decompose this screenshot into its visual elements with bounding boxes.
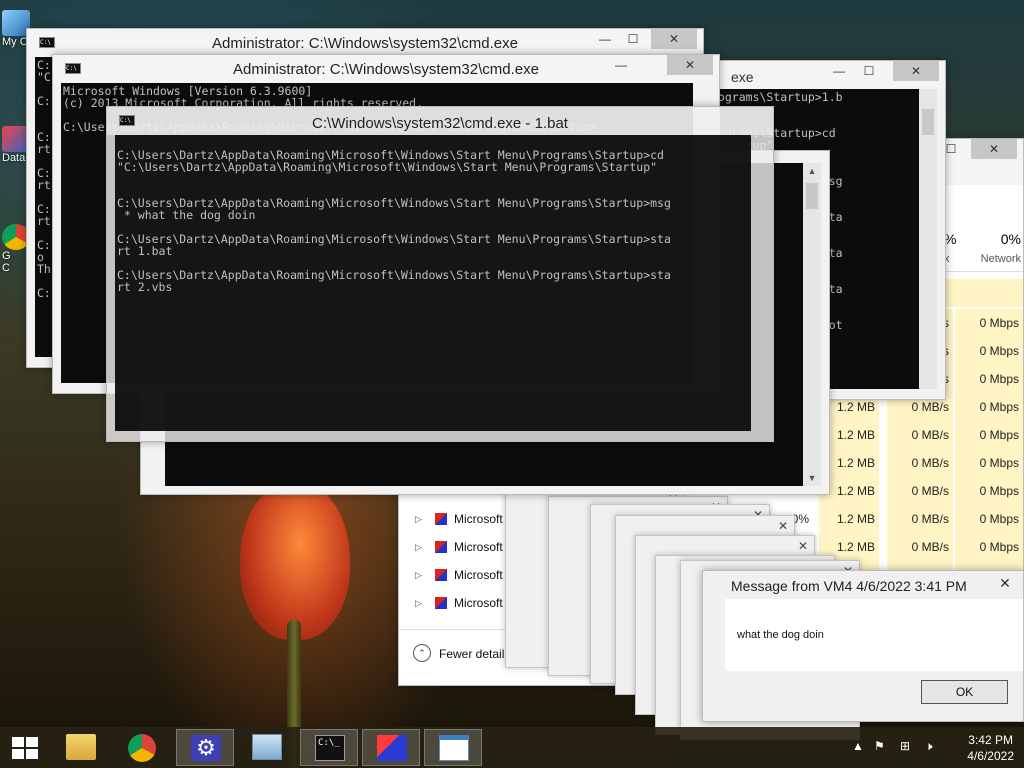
dialog-body: what the dog doin: [725, 599, 1023, 671]
close-button[interactable]: ✕: [893, 61, 939, 81]
console-output[interactable]: C:\Users\Dartz\AppData\Roaming\Microsoft…: [115, 135, 751, 431]
process-name: Microsoft: [454, 512, 503, 526]
close-button[interactable]: ✕: [651, 29, 697, 49]
expand-chevron-icon[interactable]: ▷: [415, 505, 422, 533]
close-button[interactable]: ✕: [971, 139, 1017, 159]
folder-icon: [66, 734, 96, 760]
titlebar: C:\ C:\Windows\system32\cmd.exe - 1.bat: [107, 107, 773, 135]
action-center-flag-icon[interactable]: ⚑: [874, 739, 885, 753]
table-cell-disk: 0 MB/s: [887, 533, 953, 561]
table-cell-disk: 0 MB/s: [887, 421, 953, 449]
network-percent: 0%: [1000, 231, 1021, 247]
show-hidden-icons[interactable]: ▲: [852, 739, 864, 753]
taskbar-file-explorer[interactable]: [52, 729, 110, 766]
clock-time: 3:42 PM: [968, 733, 1013, 747]
clock[interactable]: 3:42 PM 4/6/2022: [967, 732, 1014, 764]
table-cell-network: 0 Mbps: [955, 337, 1023, 365]
taskbar-notepad[interactable]: [424, 729, 482, 766]
table-cell-network: 0 Mbps: [955, 477, 1023, 505]
expand-chevron-icon[interactable]: ▷: [415, 561, 422, 589]
table-cell-disk: 0 MB/s: [887, 477, 953, 505]
scroll-thumb[interactable]: [922, 109, 934, 135]
table-cell-network: 0 Mbps: [955, 533, 1023, 561]
wallpaper-tulip: [240, 480, 350, 640]
scrollbar[interactable]: [919, 89, 937, 389]
desktop-icon-label: C: [2, 262, 10, 274]
gear-icon: ⚙: [191, 735, 221, 761]
cmd-icon: C:\_: [315, 735, 345, 761]
clock-date: 4/6/2022: [967, 749, 1014, 763]
titlebar: C:\ Administrator: C:\Windows\system32\c…: [53, 55, 719, 83]
expand-chevron-icon[interactable]: ▷: [415, 533, 422, 561]
minimize-button[interactable]: —: [825, 61, 853, 81]
network-icon[interactable]: ⊞: [900, 739, 910, 753]
app-icon: [435, 597, 447, 609]
taskbar-batch-app[interactable]: [362, 729, 420, 766]
scroll-down-icon[interactable]: ▼: [803, 470, 821, 486]
table-cell-memory: 1.2 MB: [819, 505, 879, 533]
ok-button[interactable]: OK: [921, 680, 1008, 704]
taskbar: ⚙ C:\_ ▲ ⚑ ⊞ 🕨 3:42 PM 4/6/2022: [0, 727, 1024, 768]
notepad-icon: [439, 735, 469, 761]
windows-logo-icon: [12, 737, 38, 759]
message-dialog[interactable]: Message from VM4 4/6/2022 3:41 PM ✕ what…: [702, 570, 1024, 722]
chrome-icon: [128, 734, 156, 762]
batch-icon: [377, 735, 407, 761]
table-cell-network: 0 Mbps: [955, 421, 1023, 449]
monitor-icon: [252, 734, 282, 760]
maximize-button[interactable]: ☐: [619, 29, 647, 49]
window-title: exe: [731, 69, 754, 85]
scrollbar[interactable]: ▲ ▼: [803, 163, 821, 486]
dialog-title: Message from VM4 4/6/2022 3:41 PM: [731, 578, 967, 594]
network-column-header[interactable]: Network: [981, 253, 1021, 265]
titlebar: exe — ☐ ✕: [701, 61, 945, 89]
scroll-thumb[interactable]: [806, 183, 818, 209]
desktop-icon-label: Data: [2, 152, 26, 164]
taskbar-settings[interactable]: ⚙: [176, 729, 234, 766]
scroll-up-icon[interactable]: ▲: [803, 163, 821, 179]
taskbar-task-manager[interactable]: [238, 729, 296, 766]
taskbar-chrome[interactable]: [114, 729, 172, 766]
close-icon[interactable]: ✕: [798, 539, 808, 553]
app-icon: [435, 541, 447, 553]
window-title: C:\Windows\system32\cmd.exe - 1.bat: [312, 115, 568, 132]
table-cell-disk: 0 MB/s: [887, 449, 953, 477]
table-cell-network: 0 Mbps: [955, 449, 1023, 477]
cmd-window-front[interactable]: C:\ C:\Windows\system32\cmd.exe - 1.bat …: [106, 106, 774, 442]
app-icon: [435, 513, 447, 525]
minimize-button[interactable]: —: [591, 29, 619, 49]
fewer-details-link[interactable]: Fewer details: [439, 647, 510, 661]
desktop-icon-label: My C: [2, 36, 28, 48]
close-icon[interactable]: ✕: [778, 519, 788, 533]
table-cell-network: 0 Mbps: [955, 309, 1023, 337]
minimize-button[interactable]: —: [607, 55, 635, 75]
app-icon: [435, 569, 447, 581]
chevron-up-icon[interactable]: ⌃: [413, 644, 431, 662]
table-cell-network: 0 Mbps: [955, 365, 1023, 393]
desktop-icon-label: G: [2, 250, 11, 262]
close-button[interactable]: ✕: [993, 575, 1017, 593]
table-cell-disk: 0 MB/s: [887, 505, 953, 533]
start-button[interactable]: [12, 737, 38, 759]
table-cell-network: 0 Mbps: [955, 505, 1023, 533]
expand-chevron-icon[interactable]: ▷: [415, 589, 422, 617]
volume-icon[interactable]: 🕨: [925, 739, 933, 754]
maximize-button[interactable]: ☐: [855, 61, 883, 81]
taskbar-command-prompt[interactable]: C:\_: [300, 729, 358, 766]
table-cell-network: 0 Mbps: [955, 393, 1023, 421]
message-text: what the dog doin: [737, 629, 824, 641]
titlebar: C:\ Administrator: C:\Windows\system32\c…: [27, 29, 703, 57]
close-button[interactable]: ✕: [667, 55, 713, 75]
